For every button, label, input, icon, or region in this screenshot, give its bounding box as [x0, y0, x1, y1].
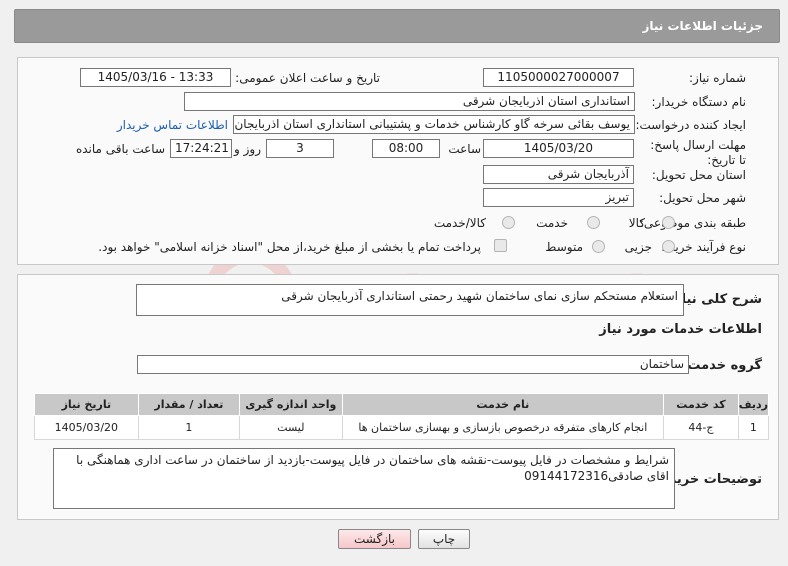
- requester-field: یوسف بقائی سرخه گاو کارشناس خدمات و پشتی…: [233, 115, 635, 134]
- remaining-label: ساعت باقی مانده: [75, 142, 165, 156]
- service-group-field: ساختمان: [137, 355, 689, 374]
- need-number-label: شماره نیاز:: [689, 71, 746, 85]
- print-button[interactable]: چاپ: [418, 529, 470, 549]
- col-service-name: نام خدمت: [341, 393, 665, 416]
- buyer-org-field: استانداری استان اذربایجان شرقی: [184, 92, 635, 111]
- province-field: آذربایجان شرقی: [483, 165, 634, 184]
- summary-field: استعلام مستحکم سازی نمای ساختمان شهید رح…: [136, 284, 684, 316]
- table-row: 1 ج-44 انجام کارهای متفرقه درخصوص بازساز…: [34, 415, 770, 440]
- process-option-medium: متوسط: [545, 240, 583, 254]
- deadline-time-field: 08:00: [372, 139, 440, 158]
- category-option-goods-service: کالا/خدمت: [433, 216, 486, 230]
- cell-unit: لیست: [239, 415, 343, 440]
- cell-service-name: انجام کارهای متفرقه درخصوص بازسازی و بهس…: [341, 415, 665, 440]
- remaining-time-field: 17:24:21: [170, 139, 232, 158]
- cell-quantity: 1: [137, 415, 241, 440]
- process-radio-minor[interactable]: [662, 240, 675, 253]
- announce-datetime-field: 1405/03/16 - 13:33: [80, 68, 231, 87]
- time-label: ساعت: [448, 142, 481, 156]
- col-quantity: تعداد / مقدار: [137, 393, 241, 416]
- treasury-checkbox[interactable]: [494, 239, 507, 252]
- buyer-org-label: نام دستگاه خریدار:: [651, 95, 747, 109]
- page-title: جزئیات اطلاعات نیاز: [642, 19, 763, 33]
- category-radio-goods-service[interactable]: [502, 216, 515, 229]
- col-row-number: ردیف: [737, 393, 770, 416]
- announce-datetime-label: تاریخ و ساعت اعلان عمومی:: [235, 71, 380, 85]
- category-radio-service[interactable]: [587, 216, 600, 229]
- table-header-row: ردیف کد خدمت نام خدمت واحد اندازه گیری ت…: [34, 393, 770, 416]
- deadline-date-field: 1405/03/20: [483, 139, 634, 158]
- col-service-code: کد خدمت: [663, 393, 739, 416]
- back-button[interactable]: بازگشت: [338, 529, 411, 549]
- days-label: روز و: [234, 142, 261, 156]
- province-label: استان محل تحویل:: [651, 168, 746, 182]
- service-group-label: گروه خدمت:: [682, 358, 762, 373]
- cell-need-date: 1405/03/20: [34, 415, 139, 440]
- process-option-minor: جزیی: [624, 240, 652, 254]
- cell-row-number: 1: [737, 415, 770, 440]
- process-radio-medium[interactable]: [592, 240, 605, 253]
- city-label: شهر محل تحویل:: [659, 191, 746, 205]
- cell-service-code: ج-44: [663, 415, 739, 440]
- city-field: تبریز: [483, 188, 634, 207]
- buyer-notes-field: شرایط و مشخصات در فایل پیوست-نقشه های سا…: [53, 448, 675, 509]
- category-option-service: خدمت: [536, 216, 568, 230]
- category-radio-goods[interactable]: [662, 216, 675, 229]
- days-remaining-field: 3: [266, 139, 334, 158]
- treasury-payment-note: پرداخت تمام یا بخشی از مبلغ خرید،از محل …: [98, 240, 481, 254]
- col-need-date: تاریخ نیاز: [34, 393, 139, 416]
- category-option-goods: کالا: [628, 216, 645, 230]
- buyer-contact-link[interactable]: اطلاعات تماس خریدار: [117, 118, 228, 132]
- col-unit: واحد اندازه گیری: [239, 393, 343, 416]
- page-header: جزئیات اطلاعات نیاز: [14, 9, 780, 43]
- category-label: طبقه بندی موضوعی:: [639, 216, 746, 230]
- deadline-label: مهلت ارسال پاسخ: تا تاریخ:: [650, 138, 746, 167]
- requester-label: ایجاد کننده درخواست:: [635, 118, 746, 132]
- services-section-title: اطلاعات خدمات مورد نیاز: [599, 322, 762, 337]
- services-table: ردیف کد خدمت نام خدمت واحد اندازه گیری ت…: [34, 393, 770, 440]
- need-number-field: 1105000027000007: [483, 68, 634, 87]
